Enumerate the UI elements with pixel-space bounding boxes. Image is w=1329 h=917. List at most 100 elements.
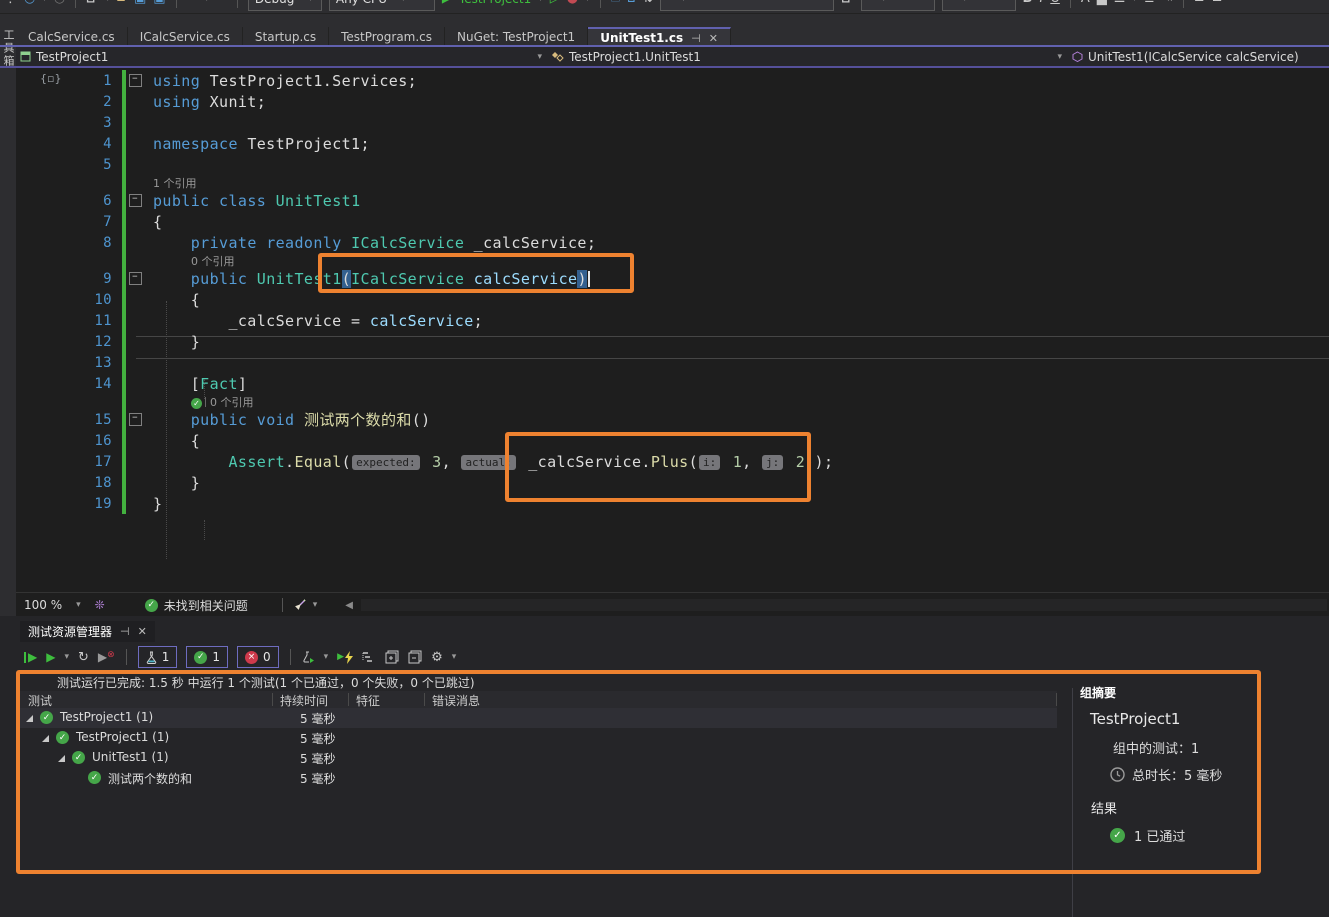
codelens-row[interactable]: 1 个引用 xyxy=(16,175,1329,190)
code-line-11[interactable]: 11 _calcService = calcService; xyxy=(16,310,1329,331)
codelens-row[interactable]: ✓0 个引用 xyxy=(16,394,1329,409)
code-line-2[interactable]: 2using Xunit; xyxy=(16,91,1329,112)
borders-icon[interactable]: ☰ xyxy=(1114,0,1126,13)
code-line-19[interactable]: 19} xyxy=(16,493,1329,514)
close-icon[interactable]: ✕ xyxy=(138,625,147,638)
code-line-7[interactable]: 7{ xyxy=(16,211,1329,232)
code-line-9[interactable]: 9− public UnitTest1(ICalcService calcSer… xyxy=(16,268,1329,289)
repeat-last-run-icon[interactable]: ↻ xyxy=(78,650,89,665)
code-line-18[interactable]: 18 } xyxy=(16,472,1329,493)
code-line-17[interactable]: 17 Assert.Equal(expected: 3, actual: _ca… xyxy=(16,451,1329,472)
run-after-build-icon[interactable]: ▶ xyxy=(337,651,353,664)
code-cleanup-icon[interactable] xyxy=(293,598,307,612)
breadcrumb-project[interactable]: TestProject1 ▾ xyxy=(16,47,548,66)
code-line-16[interactable]: 16 { xyxy=(16,430,1329,451)
fold-collapse-icon[interactable]: − xyxy=(129,272,142,285)
total-tests-filter[interactable]: 1 xyxy=(138,646,178,668)
hscroll-left-arrow[interactable]: ◀ xyxy=(345,600,353,611)
platform-select[interactable]: Any CPU▾ xyxy=(329,0,435,11)
back-dropdown-icon[interactable]: ▾ xyxy=(42,0,47,4)
code-editor[interactable]: {▫} 1−using TestProject1.Services;2using… xyxy=(16,68,1329,592)
code-line-5[interactable]: 5 xyxy=(16,154,1329,175)
configuration-select[interactable]: Debug▾ xyxy=(248,0,322,11)
undo-icon[interactable]: ↶ xyxy=(187,0,198,13)
save-icon[interactable]: ▣ xyxy=(134,0,146,13)
test-tree-row[interactable]: ✓TestProject1 (1)5 毫秒 xyxy=(16,708,1057,728)
code-line-10[interactable]: 10 { xyxy=(16,289,1329,310)
horizontal-scrollbar[interactable] xyxy=(361,599,1327,611)
expander-icon[interactable] xyxy=(58,755,65,762)
playlist-dropdown-icon[interactable]: ▾ xyxy=(324,652,329,662)
align-left-icon[interactable]: ≡ xyxy=(1194,0,1205,13)
settings-dropdown-icon[interactable]: ▾ xyxy=(452,652,457,662)
tab-icalcservice-cs[interactable]: ICalcService.cs xyxy=(128,27,243,47)
code-cleanup-dropdown-icon[interactable]: ▾ xyxy=(313,600,318,610)
close-icon[interactable]: ✕ xyxy=(709,32,718,45)
group-by-icon[interactable] xyxy=(362,651,376,664)
code-line-3[interactable]: 3 xyxy=(16,112,1329,133)
hot-reload-dropdown-icon[interactable]: ▾ xyxy=(585,0,590,4)
collapse-all-icon[interactable] xyxy=(408,650,422,664)
test-table-header[interactable]: 测试 持续时间 特征 错误消息 xyxy=(16,691,1057,709)
align-right-icon[interactable]: ≡ xyxy=(1212,0,1223,13)
find-in-files-icon[interactable]: 🗈 xyxy=(611,0,621,13)
fold-collapse-icon[interactable]: − xyxy=(129,74,142,87)
navigate-back-icon[interactable]: ◔ xyxy=(24,0,35,13)
start-debugging-icon[interactable]: ▶ xyxy=(442,0,452,13)
pin-icon[interactable]: ⊣ xyxy=(691,32,701,45)
underline-icon[interactable]: U xyxy=(1050,0,1060,13)
expander-icon[interactable] xyxy=(26,715,33,722)
code-line-13[interactable]: 13 xyxy=(16,352,1329,373)
tab-testprogram-cs[interactable]: TestProgram.cs xyxy=(329,27,445,47)
code-line-8[interactable]: 8 private readonly ICalcService _calcSer… xyxy=(16,232,1329,253)
tab-startup-cs[interactable]: Startup.cs xyxy=(243,27,329,47)
run-dropdown-icon[interactable]: ▾ xyxy=(64,652,69,662)
font-color-icon[interactable]: A xyxy=(1081,0,1090,13)
pin-icon[interactable]: ⊣ xyxy=(120,625,130,638)
breadcrumb-member[interactable]: UnitTest1(ICalcService calcService) xyxy=(1068,47,1299,66)
code-line-6[interactable]: 6−public class UnitTest1 xyxy=(16,190,1329,211)
bold-icon[interactable]: B xyxy=(1023,0,1033,13)
tab-unittest1-cs[interactable]: UnitTest1.cs⊣✕ xyxy=(588,27,731,47)
code-line-15[interactable]: 15− public void 测试两个数的和() xyxy=(16,409,1329,430)
playlist-icon[interactable] xyxy=(302,651,315,664)
font-select[interactable]: ▾ xyxy=(660,0,834,11)
cancel-run-icon[interactable]: ▶⊗ xyxy=(98,650,115,664)
tab-calcservice-cs[interactable]: CalcService.cs xyxy=(16,27,128,47)
undo-dropdown-icon[interactable]: ▾ xyxy=(204,0,209,4)
italic-icon[interactable]: I xyxy=(1039,0,1043,13)
code-line-4[interactable]: 4namespace TestProject1; xyxy=(16,133,1329,154)
expander-icon[interactable] xyxy=(42,735,49,742)
code-line-12[interactable]: 12 } xyxy=(16,331,1329,352)
list-icon[interactable]: ≣ xyxy=(1144,0,1155,13)
start-without-debug-icon[interactable]: ▷ xyxy=(550,0,560,13)
hot-reload-icon[interactable]: ● xyxy=(567,0,578,13)
code-line-1[interactable]: 1−using TestProject1.Services; xyxy=(16,70,1329,91)
save-all-icon[interactable]: ▣ xyxy=(153,0,165,13)
failed-tests-filter[interactable]: × 0 xyxy=(237,646,279,668)
open-folder-icon[interactable]: ▰ xyxy=(117,0,127,13)
breadcrumb-type-dropdown-icon[interactable]: ▾ xyxy=(1057,52,1062,62)
breadcrumb-type[interactable]: TestProject1.UnitTest1 ▾ xyxy=(548,47,1068,66)
breadcrumb-project-dropdown-icon[interactable]: ▾ xyxy=(537,52,542,62)
style-select[interactable]: ▾ xyxy=(942,0,1016,11)
fold-collapse-icon[interactable]: − xyxy=(129,413,142,426)
redo-icon[interactable]: ↷ xyxy=(216,0,227,13)
passed-tests-filter[interactable]: ✓ 1 xyxy=(186,646,228,668)
copy-style-icon[interactable]: 🗗 xyxy=(841,0,853,13)
code-line-14[interactable]: 14 [Fact] xyxy=(16,373,1329,394)
run-tests-icon[interactable]: ▶ xyxy=(46,650,55,664)
test-passed-glyph[interactable]: ✓ xyxy=(191,398,202,409)
tab-nuget-testproject1[interactable]: NuGet: TestProject1 xyxy=(445,27,588,47)
new-file-dropdown-icon[interactable]: ▾ xyxy=(105,0,110,4)
expand-all-icon[interactable] xyxy=(385,650,399,664)
sync-icon[interactable]: ⇅ xyxy=(642,0,653,13)
indent-icon[interactable]: ⇥ xyxy=(1162,0,1173,13)
settings-gear-icon[interactable]: ⚙ xyxy=(431,650,443,665)
run-all-tests-icon[interactable]: ▶ xyxy=(24,650,37,664)
panel-divider[interactable] xyxy=(1072,688,1073,917)
home-icon[interactable]: ⌂ xyxy=(627,0,635,13)
issues-status-label[interactable]: 未找到相关问题 xyxy=(164,597,248,614)
test-tree-row[interactable]: ✓UnitTest1 (1)5 毫秒 xyxy=(16,748,1057,768)
fold-collapse-icon[interactable]: − xyxy=(129,194,142,207)
